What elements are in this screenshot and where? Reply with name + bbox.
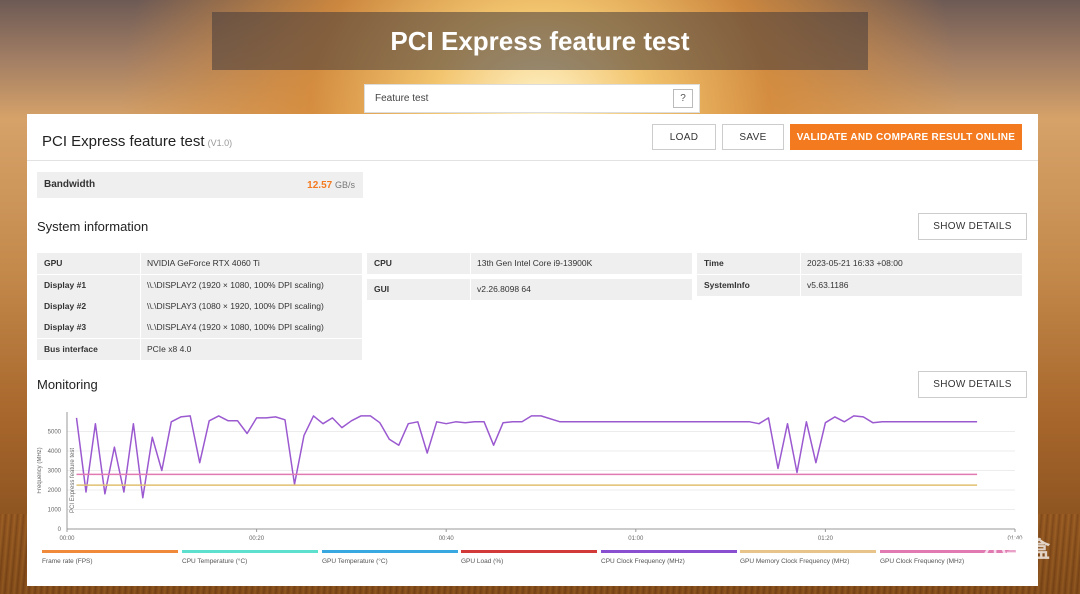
window-title: PCI Express feature test [390, 25, 690, 56]
legend-swatch [322, 550, 458, 553]
watermark-logo: 小黑盒 [984, 532, 1050, 564]
bandwidth-label: Bandwidth [44, 179, 96, 190]
chart-legend: Frame rate (FPS) CPU Temperature (°C) GP… [42, 550, 1022, 570]
info-value: \\.\DISPLAY4 (1920 × 1080, 100% DPI scal… [147, 322, 324, 332]
legend-label: CPU Clock Frequency (MHz) [601, 558, 685, 565]
info-row: Display #2 \\.\DISPLAY3 (1080 × 1920, 10… [37, 296, 362, 317]
info-row: Display #1 \\.\DISPLAY2 (1920 × 1080, 10… [37, 275, 362, 296]
x-tick-label: 00:40 [439, 536, 455, 542]
validate-button[interactable]: VALIDATE AND COMPARE RESULT ONLINE [790, 124, 1022, 150]
result-panel: PCI Express feature test (V1.0) LOAD SAVE… [27, 114, 1038, 586]
info-row: GUI v2.26.8098 64 [367, 279, 692, 300]
legend-item[interactable]: CPU Clock Frequency (MHz) [601, 550, 737, 565]
bandwidth-value-group: 12.57 GB/s [307, 172, 355, 199]
info-key: CPU [374, 258, 392, 268]
x-tick-label: 01:20 [818, 536, 834, 542]
system-info-title: System information [37, 219, 149, 234]
info-value: PCIe x8 4.0 [147, 344, 192, 354]
x-tick-label: 00:00 [59, 536, 75, 542]
legend-swatch [42, 550, 178, 553]
tab-label: Feature test [375, 93, 429, 104]
x-tick-label: 01:00 [628, 536, 644, 542]
info-row: SystemInfo v5.63.1186 [697, 275, 1022, 296]
info-key: Display #1 [44, 280, 87, 290]
y-tick-label: 3000 [48, 469, 62, 475]
legend-label: GPU Temperature (°C) [322, 558, 388, 565]
chart-svg: 0 1000 2000 3000 4000 5000 00:00 00:20 00:40 01:0… [37, 412, 1023, 542]
panel-header: PCI Express feature test (V1.0) LOAD SAVE… [27, 114, 1038, 161]
info-value: v2.26.8098 64 [477, 284, 531, 294]
info-key: Display #3 [44, 322, 87, 332]
bandwidth-unit: GB/s [334, 180, 355, 190]
legend-label: GPU Load (%) [461, 558, 504, 565]
monitoring-chart: 0 1000 2000 3000 4000 5000 00:00 00:20 00:40 01:0… [37, 404, 1027, 544]
legend-item[interactable]: Frame rate (FPS) [42, 550, 178, 565]
test-version: (V1.0) [207, 138, 233, 148]
legend-item[interactable]: GPU Temperature (°C) [322, 550, 458, 565]
y-tick-label: 5000 [48, 430, 62, 436]
info-value: 2023-05-21 16:33 +08:00 [807, 258, 903, 268]
y-tick-label: 2000 [48, 488, 62, 494]
info-row: Bus interface PCIe x8 4.0 [37, 339, 362, 360]
help-button[interactable]: ? [673, 89, 693, 108]
bandwidth-value: 12.57 [307, 180, 333, 191]
info-key: Display #2 [44, 301, 87, 311]
info-value: \\.\DISPLAY3 (1080 × 1920, 100% DPI scal… [147, 301, 324, 311]
load-button[interactable]: LOAD [652, 124, 716, 150]
y-tick-label: 1000 [48, 508, 62, 514]
info-row: CPU 13th Gen Intel Core i9-13900K [367, 253, 692, 274]
legend-label: Frame rate (FPS) [42, 558, 93, 565]
legend-item[interactable]: GPU Load (%) [461, 550, 597, 565]
info-row: GPU NVIDIA GeForce RTX 4060 Ti [37, 253, 362, 274]
y-axis-label: Frequency (MHz) [37, 447, 43, 493]
info-value: 13th Gen Intel Core i9-13900K [477, 258, 593, 268]
info-key: Time [704, 258, 724, 268]
monitoring-show-details-button[interactable]: SHOW DETAILS [918, 371, 1027, 398]
legend-item[interactable]: CPU Temperature (°C) [182, 550, 318, 565]
y-tick-label: 0 [58, 527, 62, 533]
info-value: \\.\DISPLAY2 (1920 × 1080, 100% DPI scal… [147, 280, 324, 290]
info-value: v5.63.1186 [807, 280, 849, 290]
x-tick-label: 00:20 [249, 536, 265, 542]
legend-label: CPU Temperature (°C) [182, 558, 248, 565]
save-button[interactable]: SAVE [722, 124, 784, 150]
legend-swatch [601, 550, 737, 553]
info-key: SystemInfo [704, 280, 750, 290]
chart-side-label: PCI Express feature test [70, 448, 76, 513]
info-value: NVIDIA GeForce RTX 4060 Ti [147, 258, 260, 268]
legend-item[interactable]: GPU Memory Clock Frequency (MHz) [740, 550, 876, 565]
legend-swatch [182, 550, 318, 553]
info-key: GUI [374, 284, 390, 294]
info-row: Time 2023-05-21 16:33 +08:00 [697, 253, 1022, 274]
bandwidth-result: Bandwidth 12.57 GB/s [37, 172, 363, 198]
legend-label: GPU Memory Clock Frequency (MHz) [740, 558, 850, 565]
tab-feature-test[interactable]: Feature test ? [364, 84, 700, 113]
info-key: GPU [44, 258, 63, 268]
legend-swatch [740, 550, 876, 553]
y-tick-label: 4000 [48, 449, 62, 455]
system-info-show-details-button[interactable]: SHOW DETAILS [918, 213, 1027, 240]
panel-title: PCI Express feature test (V1.0) [42, 133, 232, 150]
legend-swatch [461, 550, 597, 553]
title-bar: PCI Express feature test [212, 12, 868, 70]
monitoring-title: Monitoring [37, 377, 98, 392]
info-row: Display #3 \\.\DISPLAY4 (1920 × 1080, 10… [37, 317, 362, 338]
watermark-text: 小黑盒 [983, 537, 1050, 562]
test-name: PCI Express feature test [42, 133, 205, 150]
info-key: Bus interface [44, 344, 98, 354]
